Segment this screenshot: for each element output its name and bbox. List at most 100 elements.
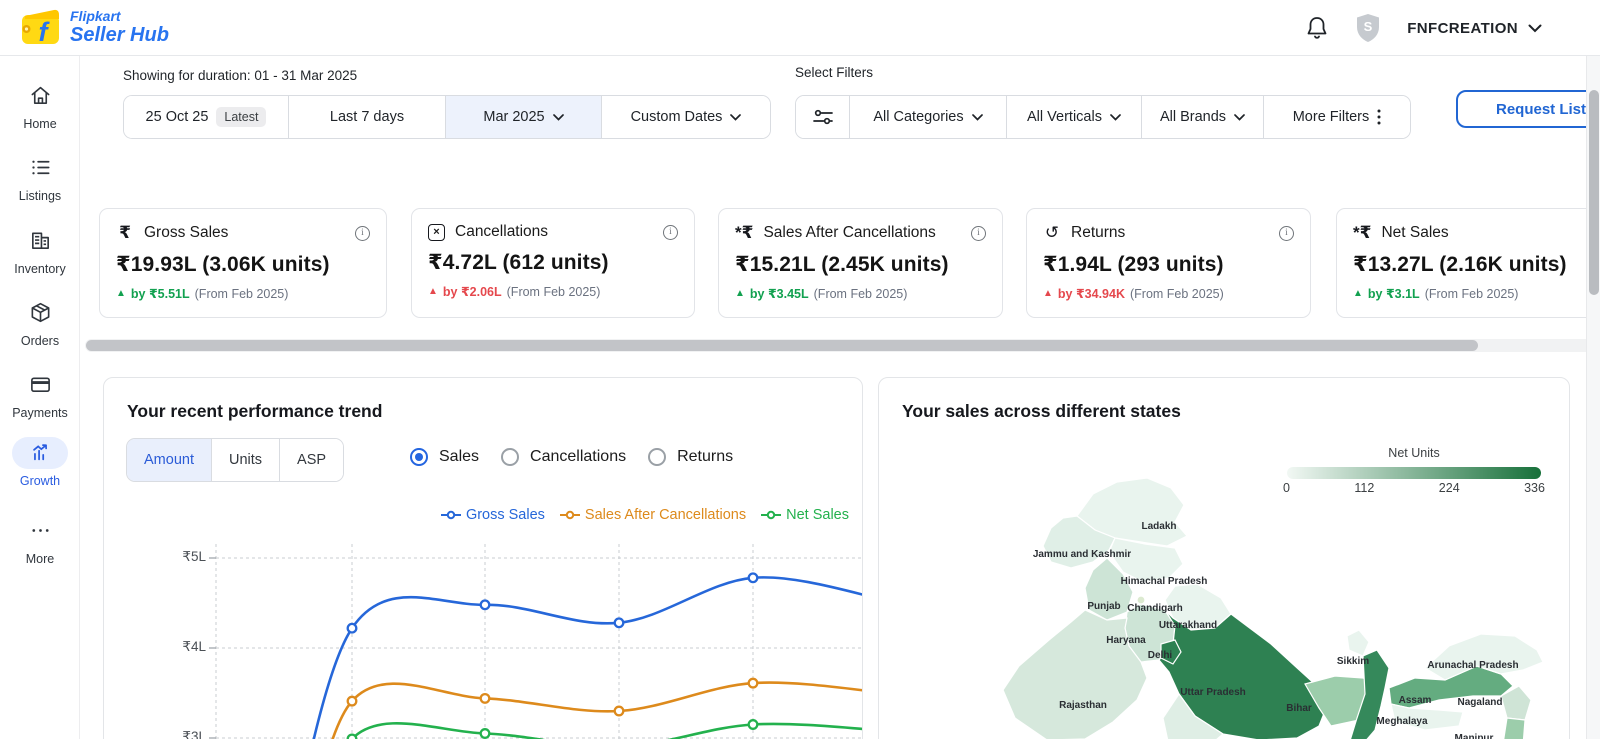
cards-horizontal-scrollbar-track[interactable] — [85, 339, 1600, 352]
tab-amount[interactable]: Amount — [127, 439, 212, 481]
delta-up-triangle-icon: ▲ — [1353, 288, 1363, 299]
date-option-latest[interactable]: 25 Oct 25 Latest — [124, 96, 289, 138]
filter-sliders-icon[interactable] — [796, 96, 850, 138]
delta-amount: by ₹3.45L — [750, 286, 809, 301]
growth-active-pill — [12, 437, 68, 469]
delta-period: (From Feb 2025) — [1425, 287, 1519, 301]
sidebar-item-inventory[interactable]: Inventory — [0, 229, 80, 276]
sidebar-item-listings[interactable]: Listings — [0, 156, 80, 203]
brand-flipkart: Flipkart — [70, 8, 121, 24]
latest-date: 25 Oct 25 — [146, 109, 209, 125]
card-title: Returns — [1071, 224, 1125, 242]
filter-all-brands[interactable]: All Brands — [1142, 96, 1264, 138]
chevron-down-icon — [1234, 114, 1245, 121]
trend-legend: Gross Sales Sales After Cancellations Ne… — [104, 507, 849, 523]
info-icon[interactable]: i — [971, 226, 986, 241]
sidebar-item-more[interactable]: More — [0, 519, 80, 566]
radio-label: Returns — [677, 448, 733, 466]
state-label: Bihar — [1286, 703, 1312, 714]
legend-sales-after-cancellations[interactable]: Sales After Cancellations — [560, 507, 746, 523]
page-vertical-scrollbar-track[interactable] — [1586, 56, 1600, 739]
metric-card-gross-sales: ₹ Gross Sales i ₹19.93L (3.06K units) ▲ … — [99, 208, 387, 318]
radio-label: Cancellations — [530, 448, 626, 466]
page-vertical-scrollbar-thumb[interactable] — [1589, 90, 1599, 295]
performance-line-chart — [104, 528, 863, 739]
sidebar-item-home[interactable]: Home — [0, 84, 80, 131]
date-option-last7days[interactable]: Last 7 days — [289, 96, 446, 138]
state-label: Meghalaya — [1376, 716, 1428, 727]
card-delta: ▲ by ₹2.06L (From Feb 2025) — [428, 284, 678, 299]
metric-card-cancellations: × Cancellations i ₹4.72L (612 units) ▲ b… — [411, 208, 695, 318]
card-delta: ▲ by ₹5.51L (From Feb 2025) — [116, 286, 370, 301]
brand-seller-hub: Seller Hub — [70, 24, 169, 46]
home-icon — [29, 84, 52, 107]
state-sikkim — [1347, 630, 1369, 656]
radio-dot — [501, 448, 519, 466]
line-marker-icon — [441, 510, 461, 520]
state-label: Rajasthan — [1059, 700, 1107, 711]
delta-up-triangle-icon: ▲ — [116, 288, 126, 299]
delta-period: (From Feb 2025) — [507, 285, 601, 299]
metric-card-net-sales: *₹ Net Sales ₹13.27L (2.16K units) ▲ by … — [1336, 208, 1600, 318]
request-list-button[interactable]: Request List — [1456, 90, 1600, 128]
radio-dot — [410, 448, 428, 466]
delta-amount: by ₹5.51L — [131, 286, 190, 301]
legend-net-sales[interactable]: Net Sales — [761, 507, 849, 523]
sidebar-item-payments[interactable]: Payments — [0, 373, 80, 420]
chevron-down-icon — [730, 114, 741, 121]
card-title: Sales After Cancellations — [763, 224, 935, 242]
header-right-controls: S FNFCREATION — [1305, 0, 1542, 56]
rupee-icon: ₹ — [116, 223, 134, 243]
state-label: Haryana — [1106, 635, 1146, 646]
flipkart-wallet-icon: f — [18, 6, 62, 48]
info-icon[interactable]: i — [663, 225, 678, 240]
sidebar-label-more: More — [0, 552, 80, 566]
date-option-custom[interactable]: Custom Dates — [602, 96, 770, 138]
filters-bar: All Categories All Verticals All Brands … — [795, 95, 1411, 139]
state-rajasthan — [1003, 610, 1147, 739]
sidebar-label-listings: Listings — [0, 189, 80, 203]
sidebar-label-inventory: Inventory — [0, 262, 80, 276]
state-label: Manipur — [1455, 733, 1494, 739]
payments-card-icon — [29, 373, 52, 396]
filter-more-filters[interactable]: More Filters — [1264, 96, 1410, 138]
india-choropleth-map: Ladakh Jammu and Kashmir Himachal Prades… — [879, 378, 1570, 739]
shield-initial: S — [1364, 19, 1373, 34]
select-filters-label: Select Filters — [795, 65, 873, 80]
card-delta: ▲ by ₹3.1L (From Feb 2025) — [1353, 286, 1600, 301]
trend-series-radios: Sales Cancellations Returns — [410, 448, 733, 466]
star-rupee-icon: *₹ — [1353, 223, 1371, 243]
chevron-down-icon — [1110, 114, 1121, 121]
tab-units[interactable]: Units — [212, 439, 280, 481]
sales-by-state-panel: Your sales across different states Net U… — [878, 377, 1570, 739]
notifications-bell-icon[interactable] — [1305, 15, 1329, 41]
card-delta: ▲ by ₹34.94K (From Feb 2025) — [1043, 286, 1294, 301]
radio-sales[interactable]: Sales — [410, 448, 479, 466]
legend-label: Net Sales — [786, 507, 849, 523]
info-icon[interactable]: i — [1279, 226, 1294, 241]
sidebar-item-orders[interactable]: Orders — [0, 301, 80, 348]
radio-returns[interactable]: Returns — [648, 448, 733, 466]
star-rupee-icon: *₹ — [735, 223, 753, 243]
sidebar-item-growth[interactable]: Growth — [0, 437, 80, 488]
delta-up-triangle-icon: ▲ — [428, 286, 438, 297]
kebab-menu-icon — [1377, 109, 1381, 125]
state-label: Chandigarh — [1127, 603, 1183, 614]
all-verticals-label: All Verticals — [1027, 109, 1102, 125]
radio-cancellations[interactable]: Cancellations — [501, 448, 626, 466]
account-menu[interactable]: FNFCREATION — [1407, 20, 1542, 37]
flipkart-seller-hub-logo[interactable]: f Flipkart Seller Hub — [18, 6, 169, 48]
info-icon[interactable]: i — [355, 226, 370, 241]
date-option-month[interactable]: Mar 2025 — [446, 96, 602, 138]
filter-all-verticals[interactable]: All Verticals — [1007, 96, 1142, 138]
filter-all-categories[interactable]: All Categories — [850, 96, 1007, 138]
cards-horizontal-scrollbar-thumb[interactable] — [86, 340, 1478, 351]
returns-undo-icon: ↺ — [1043, 223, 1061, 243]
line-marker-icon — [560, 510, 580, 520]
tab-asp[interactable]: ASP — [280, 439, 343, 481]
chevron-down-icon — [553, 114, 564, 121]
card-value: ₹19.93L (3.06K units) — [116, 252, 370, 277]
legend-gross-sales[interactable]: Gross Sales — [441, 507, 545, 523]
card-title: Gross Sales — [144, 224, 228, 242]
account-shield-badge[interactable]: S — [1355, 13, 1381, 43]
